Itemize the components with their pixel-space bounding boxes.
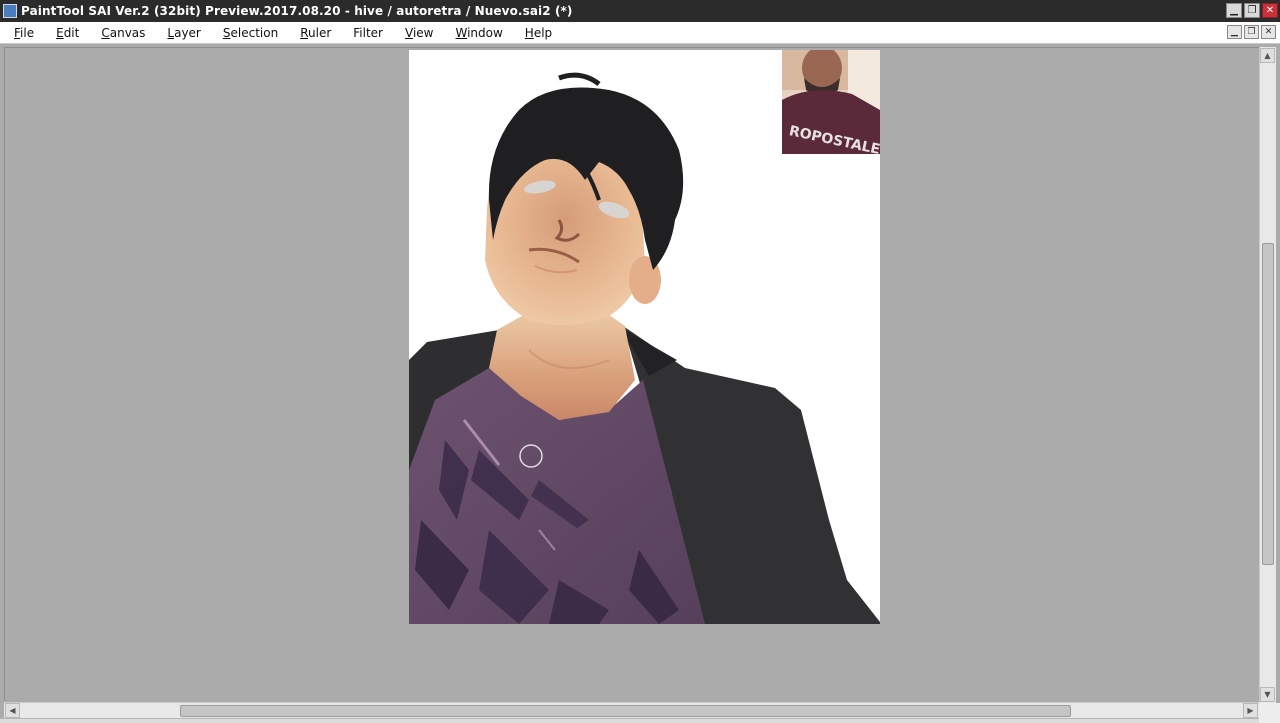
window-controls: ▁ ❐ ✕ bbox=[1226, 3, 1278, 18]
restore-button[interactable]: ❐ bbox=[1244, 3, 1260, 18]
menu-canvas[interactable]: Canvas bbox=[101, 26, 145, 40]
menu-bar: File Edit Canvas Layer Selection Ruler F… bbox=[0, 22, 1280, 44]
workspace: ROPOSTALE bbox=[4, 47, 1259, 701]
menu-edit[interactable]: Edit bbox=[56, 26, 79, 40]
drawing-canvas[interactable]: ROPOSTALE bbox=[409, 50, 880, 624]
vertical-scrollbar[interactable]: ▲ ▼ bbox=[1259, 47, 1276, 703]
scroll-up-arrow-icon[interactable]: ▲ bbox=[1260, 48, 1275, 63]
document-minimize-button[interactable]: ▁ bbox=[1227, 25, 1242, 39]
menu-help[interactable]: Help bbox=[525, 26, 552, 40]
title-bar: PaintTool SAI Ver.2 (32bit) Preview.2017… bbox=[0, 0, 1280, 22]
document-close-button[interactable]: ✕ bbox=[1261, 25, 1276, 39]
menu-ruler[interactable]: Ruler bbox=[300, 26, 331, 40]
scroll-down-arrow-icon[interactable]: ▼ bbox=[1260, 687, 1275, 702]
webcam-overlay: ROPOSTALE bbox=[782, 50, 880, 154]
scrollbar-corner bbox=[1259, 703, 1280, 723]
menu-window[interactable]: Window bbox=[455, 26, 502, 40]
window-title: PaintTool SAI Ver.2 (32bit) Preview.2017… bbox=[21, 4, 573, 18]
horizontal-scroll-thumb[interactable] bbox=[180, 705, 1071, 717]
document-restore-button[interactable]: ❐ bbox=[1244, 25, 1259, 39]
close-button[interactable]: ✕ bbox=[1262, 3, 1278, 18]
menu-file[interactable]: File bbox=[14, 26, 34, 40]
scroll-right-arrow-icon[interactable]: ▶ bbox=[1243, 703, 1258, 718]
app-icon bbox=[3, 4, 17, 18]
menu-view[interactable]: View bbox=[405, 26, 433, 40]
menu-layer[interactable]: Layer bbox=[167, 26, 200, 40]
vertical-scroll-thumb[interactable] bbox=[1262, 243, 1274, 565]
document-controls: ▁ ❐ ✕ bbox=[1227, 25, 1276, 39]
bottom-panel-edge bbox=[0, 718, 1259, 723]
menu-filter[interactable]: Filter bbox=[353, 26, 383, 40]
horizontal-scrollbar[interactable]: ◀ ▶ bbox=[4, 702, 1259, 718]
scroll-left-arrow-icon[interactable]: ◀ bbox=[5, 703, 20, 718]
menu-selection[interactable]: Selection bbox=[223, 26, 278, 40]
minimize-button[interactable]: ▁ bbox=[1226, 3, 1242, 18]
